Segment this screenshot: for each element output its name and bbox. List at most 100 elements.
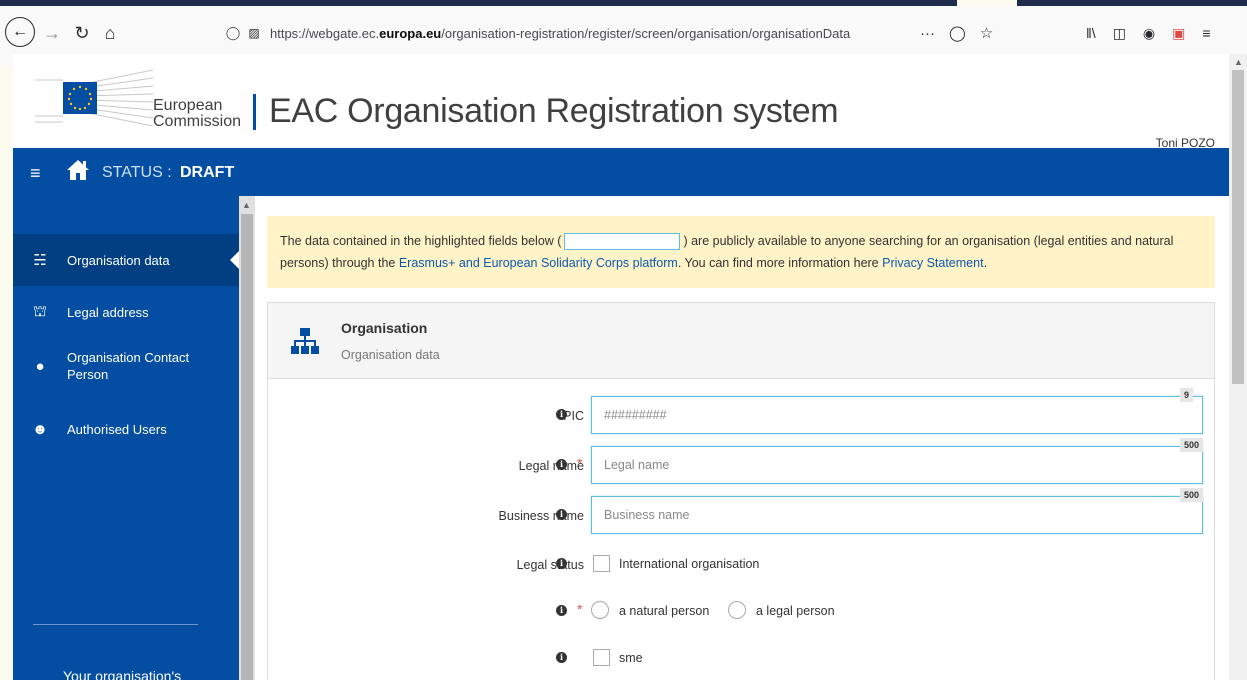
- info-icon[interactable]: i: [556, 459, 567, 470]
- sidebar-item-contact-person[interactable]: ● Organisation Contact Person: [13, 338, 239, 394]
- char-counter: 9: [1180, 388, 1194, 402]
- user-icon: ●: [35, 357, 45, 375]
- sitemap-icon: [291, 328, 319, 354]
- international-organisation-checkbox[interactable]: [593, 555, 610, 572]
- tab-strip-gap: [957, 0, 1017, 6]
- sidebar-item-legal-address[interactable]: ⛫ Legal address: [13, 288, 239, 336]
- info-icon[interactable]: i: [556, 509, 567, 520]
- account-icon[interactable]: ◉: [1143, 25, 1155, 42]
- european-commission-logo: [35, 69, 153, 127]
- sidebar: ☵ Organisation data ⛫ Legal address ● Or…: [13, 196, 255, 680]
- panel-subtitle: Organisation data: [341, 348, 440, 362]
- organisation-panel: Organisation Organisation data PIC i 9 L…: [267, 302, 1215, 680]
- notice-text: . You can find more information here: [677, 256, 879, 270]
- legal-status-field-row: Legal status i International organisatio…: [268, 545, 1214, 585]
- notice-text: The data contained in the highlighted fi…: [280, 234, 562, 248]
- public-data-notice: The data contained in the highlighted fi…: [267, 216, 1215, 288]
- sidebar-item-label: Organisation data: [67, 252, 170, 268]
- header-divider: [253, 94, 256, 130]
- legal-status-label: Legal status: [516, 558, 584, 572]
- char-counter: 500: [1180, 488, 1204, 502]
- erasmus-platform-link[interactable]: Erasmus+ and European Solidarity Corps p…: [399, 256, 678, 270]
- sidebar-icon[interactable]: ◫: [1113, 25, 1126, 42]
- sidebar-item-label: Legal address: [67, 304, 149, 320]
- scroll-up-arrow-icon[interactable]: ▲: [1234, 57, 1243, 67]
- forward-icon[interactable]: →: [38, 19, 66, 47]
- tab-strip: [0, 0, 1247, 8]
- legal-name-label: Legal name: [518, 459, 584, 473]
- toolbar-right: ‖\ ◫ ◉ ▣ ≡: [1086, 18, 1211, 48]
- status-bar: ≡ STATUS : DRAFT: [13, 148, 1229, 196]
- legal-name-input[interactable]: [591, 446, 1203, 484]
- natural-person-radio[interactable]: [591, 601, 609, 619]
- url-bar[interactable]: ◯ ▨ https://webgate.ec.europa.eu/organis…: [222, 18, 998, 48]
- natural-person-label[interactable]: a natural person: [619, 604, 709, 618]
- info-icon[interactable]: i: [556, 558, 567, 569]
- person-type-field-row: i * a natural person a legal person: [268, 592, 1214, 632]
- status-label: STATUS :: [102, 164, 172, 181]
- home-icon[interactable]: [65, 157, 91, 183]
- navigation-row: ← → ↻ ⌂ ◯ ▨ https://webgate.ec.europa.eu…: [0, 12, 1247, 54]
- back-icon[interactable]: ←: [5, 17, 35, 47]
- required-marker: *: [577, 455, 583, 471]
- url-actions: ··· ◯ ☆: [920, 18, 993, 48]
- highlight-sample-box: [564, 233, 681, 251]
- info-icon[interactable]: i: [556, 605, 567, 616]
- ec-wordmark-line2: Commission: [153, 113, 242, 130]
- bookmark-star-icon[interactable]: ☆: [980, 24, 993, 42]
- sitemap-icon: ☵: [33, 252, 47, 269]
- business-name-field-row: Business name i 500: [268, 488, 1214, 536]
- web-page: European Commission EAC Organisation Reg…: [13, 54, 1229, 680]
- url-text[interactable]: https://webgate.ec.europa.eu/organisatio…: [264, 26, 850, 41]
- status-badge: DRAFT: [180, 164, 235, 181]
- page-title: EAC Organisation Registration system: [269, 92, 839, 130]
- page-actions-icon[interactable]: ···: [920, 25, 935, 42]
- international-organisation-label[interactable]: International organisation: [619, 557, 759, 571]
- char-counter: 500: [1180, 438, 1204, 452]
- page-scrollbar[interactable]: ▲: [1229, 54, 1247, 680]
- menu-icon[interactable]: ≡: [1202, 25, 1210, 41]
- bank-icon: ⛫: [33, 302, 47, 320]
- ec-wordmark: European Commission: [153, 98, 241, 130]
- pocket-icon[interactable]: ◯: [949, 24, 966, 42]
- tracking-shield-icon[interactable]: ◯: [222, 25, 244, 41]
- panel-header: Organisation Organisation data: [268, 303, 1214, 379]
- tab-strip-bar-right: [1017, 0, 1247, 6]
- active-caret-icon: [230, 251, 239, 269]
- notice-text: .: [983, 256, 988, 270]
- sme-field-row: i sme: [268, 639, 1214, 679]
- legal-name-field-row: Legal name i * 500: [268, 438, 1214, 486]
- required-marker: *: [577, 601, 583, 617]
- sidebar-scrollbar[interactable]: ▲: [239, 196, 255, 680]
- sidebar-divider: [33, 624, 198, 625]
- info-icon[interactable]: i: [556, 652, 567, 663]
- browser-home-icon[interactable]: ⌂: [96, 19, 124, 47]
- business-name-label: Business name: [498, 509, 584, 523]
- sidebar-footer-text: Your organisation's: [63, 668, 182, 680]
- users-icon: ☻: [32, 420, 48, 438]
- legal-person-radio[interactable]: [728, 601, 746, 619]
- ec-wordmark-line1: European: [153, 97, 223, 114]
- sidebar-item-organisation-data[interactable]: ☵ Organisation data: [13, 234, 239, 286]
- lock-icon[interactable]: ▨: [244, 26, 264, 40]
- sme-label[interactable]: sme: [619, 651, 643, 665]
- sidebar-item-label: Organisation Contact Person: [67, 350, 190, 382]
- legal-person-label[interactable]: a legal person: [756, 604, 835, 618]
- pic-input[interactable]: [591, 396, 1203, 434]
- reload-icon[interactable]: ↻: [68, 19, 96, 47]
- sme-checkbox[interactable]: [593, 649, 610, 666]
- main-content: The data contained in the highlighted fi…: [255, 196, 1229, 680]
- hamburger-menu-icon[interactable]: ≡: [30, 163, 41, 184]
- scroll-up-arrow-icon[interactable]: ▲: [242, 200, 251, 210]
- page-scrollbar-thumb[interactable]: [1232, 70, 1244, 384]
- extension-icon[interactable]: ▣: [1172, 25, 1185, 42]
- info-icon[interactable]: i: [556, 409, 567, 420]
- privacy-statement-link[interactable]: Privacy Statement: [882, 256, 983, 270]
- sidebar-item-authorised-users[interactable]: ☻ Authorised Users: [13, 406, 239, 452]
- library-icon[interactable]: ‖\: [1086, 25, 1096, 41]
- site-header: European Commission EAC Organisation Reg…: [13, 54, 1229, 150]
- sidebar-scrollbar-thumb[interactable]: [241, 214, 253, 680]
- sidebar-item-label: Authorised Users: [67, 421, 167, 437]
- pic-field-row: PIC i 9: [268, 388, 1214, 436]
- business-name-input[interactable]: [591, 496, 1203, 534]
